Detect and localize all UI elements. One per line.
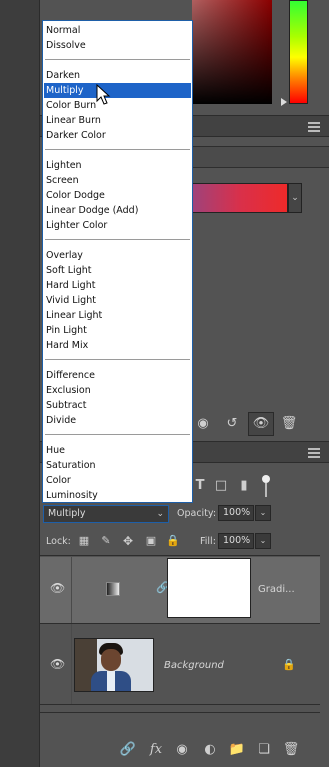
fill-input[interactable]: 100% [218,533,254,549]
divider [40,704,320,705]
divider [71,557,72,623]
blend-option-multiply[interactable]: Multiply [44,83,191,98]
new-group-folder-icon[interactable]: 📁 [227,740,247,760]
fill-dropdown-arrow[interactable]: ⌄ [255,533,271,549]
adjustment-layer-icon[interactable]: ◐ [200,740,220,760]
divider [71,624,72,704]
gradient-swatch[interactable] [192,183,288,213]
blend-option-hard-mix[interactable]: Hard Mix [44,338,191,353]
mouse-cursor-icon [96,84,111,105]
blend-option-exclusion[interactable]: Exclusion [44,383,191,398]
panel-menu-icon[interactable] [308,122,320,132]
menu-separator [45,59,190,60]
divider [40,712,320,713]
lock-transparent-pixels-icon[interactable]: ▦ [74,531,94,551]
blend-option-difference[interactable]: Difference [44,368,191,383]
blend-option-hue[interactable]: Hue [44,443,191,458]
lock-label: Lock: [46,536,71,547]
layer-visibility-eye-icon[interactable]: 👁 [50,581,65,595]
delete-layer-trash-icon[interactable]: 🗑 [281,740,301,760]
blend-option-pin-light[interactable]: Pin Light [44,323,191,338]
lock-image-pixels-icon[interactable]: ✎ [96,531,116,551]
layer-row-background[interactable]: 👁 Background 🔒 [40,624,320,704]
blend-option-soft-light[interactable]: Soft Light [44,263,191,278]
blend-option-darken[interactable]: Darken [44,68,191,83]
gradient-dropdown-arrow[interactable]: ⌄ [288,183,302,213]
blend-option-color-dodge[interactable]: Color Dodge [44,188,191,203]
blend-mode-value: Multiply [48,508,86,519]
blend-option-subtract[interactable]: Subtract [44,398,191,413]
layer-lock-icon: 🔒 [282,658,296,671]
layer-name[interactable]: Background [164,660,224,671]
blend-option-normal[interactable]: Normal [44,23,191,38]
blend-option-color-burn[interactable]: Color Burn [44,98,191,113]
color-picker-field[interactable] [192,0,272,104]
lock-all-icon[interactable]: 🔒 [163,531,183,551]
menu-separator [45,359,190,360]
blend-option-color[interactable]: Color [44,473,191,488]
blend-option-linear-dodge[interactable]: Linear Dodge (Add) [44,203,191,218]
layers-bottom-bar: 🔗 fx ◉ ◐ 📁 ❏ 🗑 [40,738,320,764]
opacity-dropdown-arrow[interactable]: ⌄ [255,505,271,521]
smart-object-filter-icon[interactable]: ▮ [234,476,254,496]
lock-position-icon[interactable]: ✥ [118,531,138,551]
blend-mode-select[interactable]: Multiply ⌄ [43,505,169,523]
opacity-label: Opacity: [177,508,217,519]
filter-toggle[interactable] [262,475,272,501]
shape-filter-icon[interactable]: □ [211,476,231,496]
clip-to-layer-icon[interactable]: ◉ [193,414,213,434]
gradient-fill-layer-icon [106,582,120,596]
divider [40,555,320,556]
blend-option-overlay[interactable]: Overlay [44,248,191,263]
reset-icon[interactable]: ↺ [222,414,242,434]
blend-mode-menu[interactable]: Normal Dissolve Darken Multiply Color Bu… [42,20,193,503]
blend-option-hard-light[interactable]: Hard Light [44,278,191,293]
blend-option-saturation[interactable]: Saturation [44,458,191,473]
fx-layer-style-icon[interactable]: fx [146,740,166,760]
menu-separator [45,239,190,240]
hue-slider[interactable] [289,0,308,104]
blend-option-luminosity[interactable]: Luminosity [44,488,191,503]
menu-separator [45,434,190,435]
new-layer-icon[interactable]: ❏ [254,740,274,760]
blend-option-screen[interactable]: Screen [44,173,191,188]
opacity-input[interactable]: 100% [218,505,254,521]
menu-separator [45,149,190,150]
blend-option-darker-color[interactable]: Darker Color [44,128,191,143]
layer-row-gradient[interactable]: 👁 🔗 Gradi... [40,557,320,623]
background-image-thumbnail [74,638,154,692]
blend-option-linear-light[interactable]: Linear Light [44,308,191,323]
blend-option-vivid-light[interactable]: Vivid Light [44,293,191,308]
blend-option-lighten[interactable]: Lighten [44,158,191,173]
blend-option-lighter-color[interactable]: Lighter Color [44,218,191,233]
lock-artboard-icon[interactable]: ▣ [141,531,161,551]
left-toolbar-strip [0,0,40,767]
blend-option-divide[interactable]: Divide [44,413,191,428]
link-layers-icon[interactable]: 🔗 [118,740,138,760]
layer-visibility-eye-icon[interactable]: 👁 [50,657,65,671]
panel-tab-strip [192,146,329,168]
layer-name[interactable]: Gradi... [258,584,295,595]
trash-icon[interactable]: 🗑 [279,414,299,434]
blend-option-dissolve[interactable]: Dissolve [44,38,191,53]
type-filter-icon[interactable]: T [190,476,210,496]
layer-mask-thumbnail[interactable] [167,558,251,618]
visibility-toggle-button[interactable]: 👁 [248,412,274,436]
chevron-down-icon: ⌄ [156,509,164,519]
hue-slider-marker[interactable] [281,98,287,106]
blend-option-linear-burn[interactable]: Linear Burn [44,113,191,128]
fill-label: Fill: [200,536,216,547]
add-mask-icon[interactable]: ◉ [172,740,192,760]
layers-panel-menu-icon[interactable] [308,448,320,458]
eye-icon: 👁 [252,416,270,431]
